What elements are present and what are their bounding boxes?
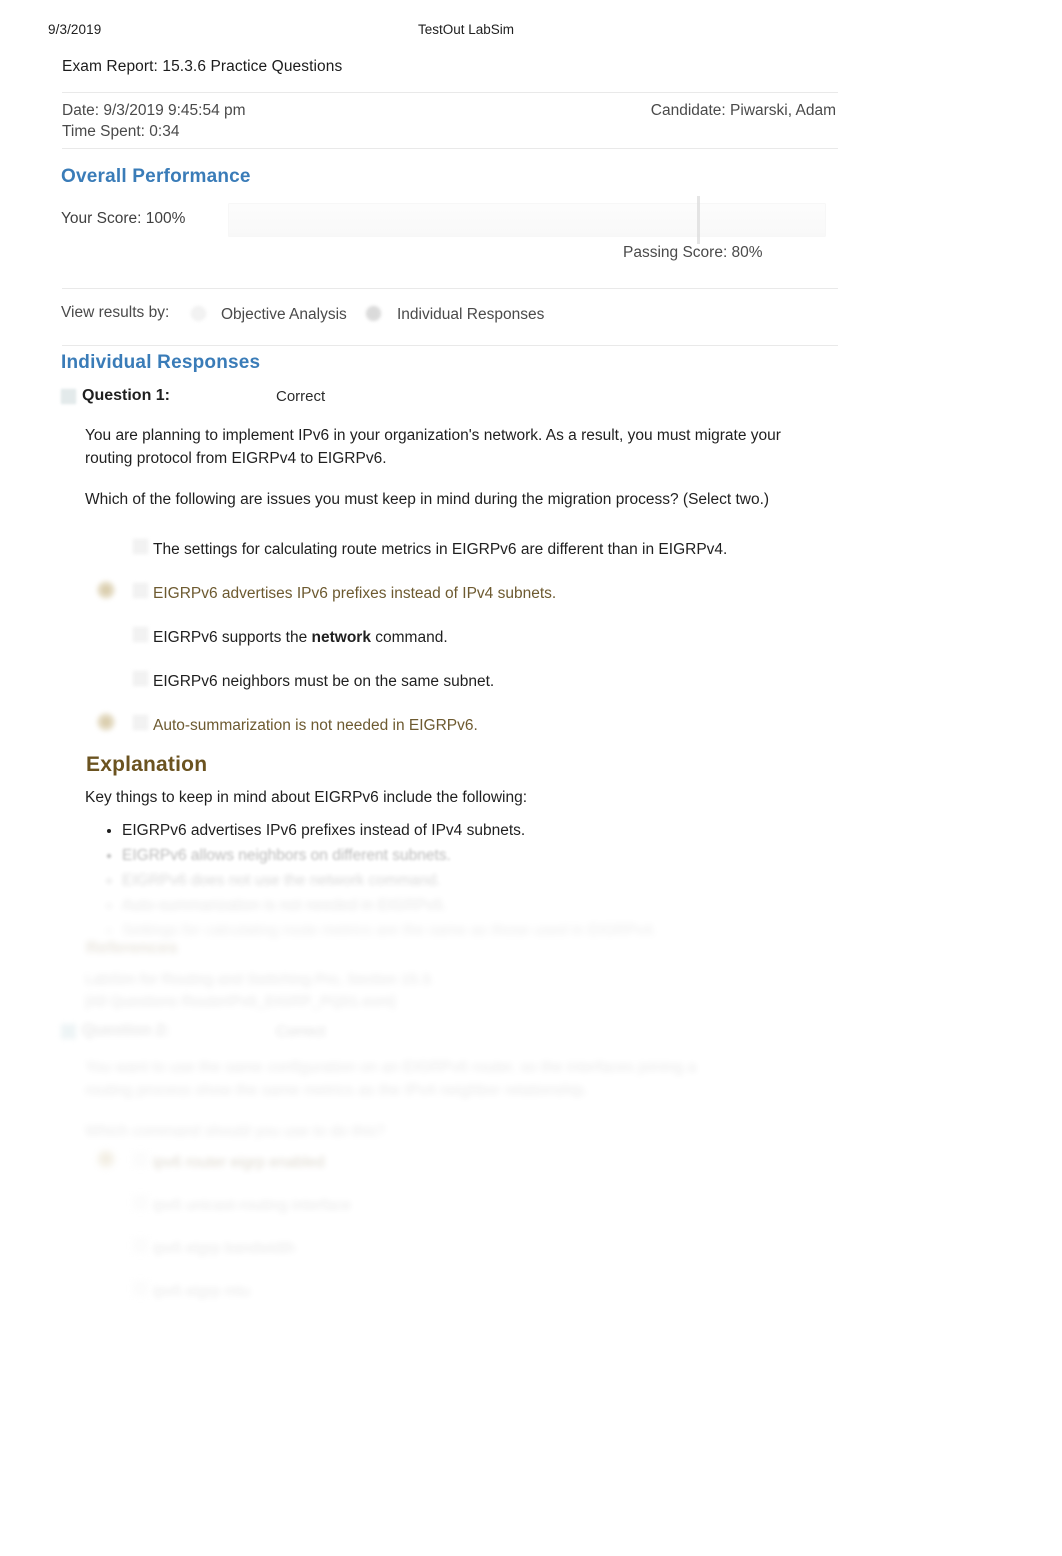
checkbox-icon[interactable] [133,539,148,554]
option-row[interactable]: ipv6 router eigrp enabled [85,1150,785,1193]
question-2-status: Correct [276,1023,326,1040]
exam-report-page: 9/3/2019 TestOut LabSim Exam Report: 15.… [0,0,1062,1556]
explanation-heading: Explanation [86,753,208,776]
reference-line: LabSim for Routing and Switching Pro, Se… [85,971,435,988]
option-row[interactable]: ipv6 eigrp bandwidth [85,1236,785,1279]
checkbox-icon[interactable] [133,671,148,686]
report-date: Date: 9/3/2019 9:45:54 pm [62,102,246,119]
your-score-label: Your Score: 100% [61,210,186,227]
option-label-suffix: command. [370,629,448,646]
divider [62,345,838,346]
option-row[interactable]: EIGRPv6 supports the network command. [85,625,825,669]
option-label: ipv6 eigrp bandwidth [153,1240,296,1257]
question-2-options: ipv6 router eigrp enabled ipv6 unicast-r… [85,1150,785,1322]
question-1-label: Question 1: [82,387,171,404]
option-label-command: network [311,629,371,646]
correct-answer-icon [97,1150,115,1168]
explanation-bullet: EIGRPv6 does not use the network command… [122,868,822,893]
option-label: ipv6 eigrp mtu [153,1283,251,1300]
question-1-stem: You are planning to implement IPv6 in yo… [85,424,815,529]
option-label: ipv6 unicast-routing interface [153,1197,352,1214]
explanation-bullet: Auto-summarization is not needed in EIGR… [122,893,822,918]
checkbox-icon[interactable] [133,1238,148,1253]
references-heading: References [86,938,178,957]
score-progress-bar [228,203,826,237]
option-label-prefix: EIGRPv6 supports the [153,629,312,646]
option-row[interactable]: The settings for calculating route metri… [85,537,825,581]
radio-label-objective-analysis[interactable]: Objective Analysis [221,306,347,324]
option-row[interactable]: Auto-summarization is not needed in EIGR… [85,713,825,757]
option-label: EIGRPv6 supports the network command. [153,627,448,649]
checkbox-icon[interactable] [133,583,148,598]
individual-responses-heading: Individual Responses [61,352,261,373]
meta-row-date: Date: 9/3/2019 9:45:54 pm Candidate: Piw… [62,100,838,121]
view-results-by-label: View results by: [61,304,170,321]
option-row[interactable]: EIGRPv6 neighbors must be on the same su… [85,669,825,713]
question-1-status: Correct [276,388,326,405]
question-2-stem: You want to use the same configuration o… [85,1056,745,1161]
divider [62,92,838,93]
print-header: 9/3/2019 TestOut LabSim [0,22,1062,42]
references-body: LabSim for Routing and Switching Pro, Se… [85,969,785,1013]
explanation-bullet: Settings for calculating route metrics a… [122,918,822,943]
report-meta: Date: 9/3/2019 9:45:54 pm Candidate: Piw… [62,100,838,142]
question-status-icon [61,1024,76,1039]
divider [62,288,838,289]
candidate-name: Candidate: Piwarski, Adam [650,102,836,119]
option-label: EIGRPv6 advertises IPv6 prefixes instead… [153,585,557,602]
explanation-intro: Key things to keep in mind about EIGRPv6… [85,789,528,806]
meta-row-time: Time Spent: 0:34 [62,121,838,142]
option-row[interactable]: ipv6 unicast-routing interface [85,1193,785,1236]
reference-line: [All Questions RouterIPv6_EIGRP_PQ01.exm… [85,993,396,1010]
question-1-options: The settings for calculating route metri… [85,537,825,757]
checkbox-icon[interactable] [133,715,148,730]
option-label: EIGRPv6 neighbors must be on the same su… [153,673,495,690]
passing-score-label: Passing Score: 80% [623,244,763,261]
correct-answer-icon [97,581,115,599]
checkbox-icon[interactable] [133,627,148,642]
passing-score-marker [697,196,700,244]
explanation-bullet: EIGRPv6 allows neighbors on different su… [122,843,822,868]
app-title: TestOut LabSim [417,22,515,37]
radio-label-individual-responses[interactable]: Individual Responses [397,306,544,324]
checkbox-icon[interactable] [133,1281,148,1296]
question-1-stem-paragraph-1: You are planning to implement IPv6 in yo… [85,427,781,467]
radio-objective-analysis[interactable] [191,306,206,321]
option-label: ipv6 router eigrp enabled [153,1154,325,1171]
question-1-stem-paragraph-2: Which of the following are issues you mu… [85,491,770,508]
time-spent: Time Spent: 0:34 [62,123,180,140]
checkbox-icon[interactable] [133,1195,148,1210]
correct-answer-icon [97,713,115,731]
question-2-label: Question 2: [82,1022,171,1039]
question-status-icon [61,389,76,404]
explanation-bullet: EIGRPv6 advertises IPv6 prefixes instead… [122,818,822,843]
explanation-bullets: EIGRPv6 advertises IPv6 prefixes instead… [104,818,822,943]
divider [62,148,838,149]
question-2-stem-paragraph-2: Which command should you use to do this? [85,1123,385,1140]
option-row[interactable]: ipv6 eigrp mtu [85,1279,785,1322]
checkbox-icon[interactable] [133,1152,148,1167]
option-label: Auto-summarization is not needed in EIGR… [153,717,478,734]
page-title: Exam Report: 15.3.6 Practice Questions [62,58,343,75]
option-row[interactable]: EIGRPv6 advertises IPv6 prefixes instead… [85,581,825,625]
radio-individual-responses[interactable] [366,306,381,321]
overall-performance-heading: Overall Performance [61,166,251,187]
option-label: The settings for calculating route metri… [153,541,728,558]
question-2-stem-paragraph-1: You want to use the same configuration o… [85,1059,697,1099]
